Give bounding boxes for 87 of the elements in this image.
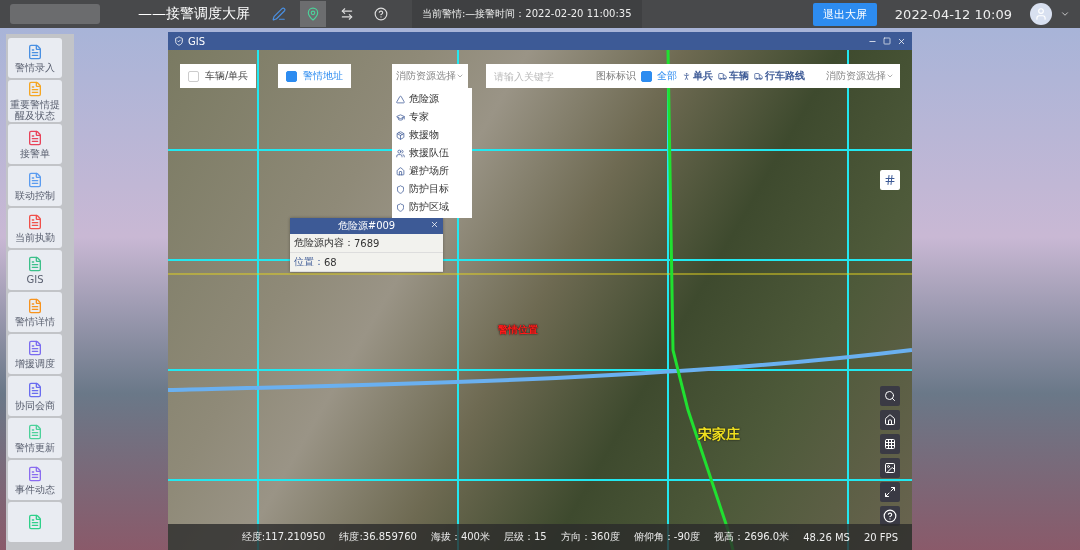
checkbox-label: 全部 (657, 69, 677, 83)
sidebar-item[interactable]: GIS (8, 250, 62, 290)
house-icon (396, 166, 405, 176)
image-icon (884, 462, 896, 474)
menu-item[interactable]: 避护场所 (392, 162, 472, 180)
layer-button[interactable] (880, 458, 900, 478)
status-text: 视高：2696.0米 (714, 530, 790, 544)
sidebar-item[interactable]: 增援调度 (8, 334, 62, 374)
app-title: ——接警调度大屏 (138, 5, 250, 23)
search-icon (884, 390, 896, 402)
legend-item: 车辆 (718, 69, 749, 83)
truck-icon (718, 71, 727, 81)
triangle-icon (396, 94, 405, 104)
avatar[interactable] (1030, 3, 1052, 25)
exit-fullscreen-button[interactable]: 退出大屏 (812, 2, 877, 26)
sidebar-item[interactable]: 重要警情提醒及状态 (8, 80, 62, 122)
person-icon (682, 71, 691, 81)
window-title: GIS (188, 35, 206, 47)
shield-icon (396, 184, 405, 194)
status-text: 海拔：400米 (430, 530, 490, 544)
map-label: 警情位置 (498, 323, 538, 337)
grid-icon (884, 174, 896, 186)
popup-value: 7689 (354, 237, 380, 249)
grid-button[interactable] (880, 434, 900, 454)
grid-button[interactable] (880, 170, 900, 190)
search-button[interactable] (880, 386, 900, 406)
filter-checkbox[interactable]: 警情地址 (278, 64, 351, 88)
fullscreen-button[interactable] (880, 482, 900, 502)
swap-icon (340, 7, 354, 21)
caret-icon (886, 72, 894, 80)
map-label: 宋家庄 (698, 426, 740, 444)
menu-item[interactable]: 防护目标 (392, 180, 472, 198)
shield-icon (174, 36, 184, 46)
sidebar-item[interactable]: 当前执勤 (8, 208, 62, 248)
checkbox[interactable] (641, 70, 652, 82)
help-button[interactable] (880, 506, 900, 526)
caret-icon (456, 72, 464, 80)
status-text: 纬度:36.859760 (339, 530, 417, 544)
sidebar-item[interactable]: 接警单 (8, 124, 62, 164)
fullscreen-icon (884, 486, 896, 498)
status-text: 20 FPS (863, 531, 898, 543)
popup-value: 68 (324, 256, 337, 268)
menu-item[interactable]: 救援队伍 (392, 144, 472, 162)
grid-icon (884, 438, 896, 450)
box-icon (396, 130, 405, 140)
status-text: 方向：360度 (560, 530, 620, 544)
sidebar-item[interactable]: 警情详情 (8, 292, 62, 332)
sidebar-item[interactable]: 警情录入 (8, 38, 62, 78)
resource-dropdown[interactable]: 消防资源选择 (392, 64, 468, 88)
close-icon[interactable] (897, 36, 906, 46)
sidebar-item[interactable]: 事件动态 (8, 460, 62, 500)
status-text: 俯仰角：-90度 (633, 530, 701, 544)
legend-title: 图标标识 (596, 69, 636, 83)
filter-checkbox[interactable]: 车辆/单兵 (180, 64, 257, 88)
home-button[interactable] (880, 410, 900, 430)
toolbar-button[interactable] (300, 1, 326, 27)
menu-item[interactable]: 防护区域 (392, 198, 472, 216)
user-icon (1034, 7, 1048, 21)
alarm-info: 当前警情:—接警时间：2022-02-20 11:00:35 (412, 0, 642, 28)
caret-icon[interactable] (1060, 9, 1070, 19)
maximize-icon[interactable] (883, 36, 891, 45)
menu-item[interactable]: 救援物 (392, 126, 472, 144)
pen-icon (272, 7, 286, 21)
shield-icon (396, 202, 405, 212)
help-icon (883, 509, 897, 523)
clock: 2022-04-12 10:09 (894, 6, 1012, 22)
status-text: 经度:117.210950 (241, 530, 326, 544)
menu-item[interactable]: 危险源 (392, 90, 472, 108)
popup-title: 危险源#009 (337, 219, 396, 233)
sidebar-item[interactable]: 协同会商 (8, 376, 62, 416)
sidebar-item[interactable]: 联动控制 (8, 166, 62, 206)
truck-icon (754, 71, 763, 81)
map-pin-icon (306, 7, 320, 21)
status-text: 48.26 MS (803, 531, 850, 543)
resource-dropdown[interactable]: 消防资源选择 (826, 69, 894, 83)
home-icon (884, 414, 896, 426)
sidebar-item[interactable]: 警情更新 (8, 418, 62, 458)
close-icon[interactable] (430, 220, 439, 229)
popup-label: 位置： (294, 255, 324, 269)
legend-item: 单兵 (682, 69, 713, 83)
status-text: 层级：15 (504, 530, 547, 544)
legend-item: 行车路线 (754, 69, 805, 83)
people-icon (396, 148, 405, 158)
cap-icon (396, 112, 405, 122)
popup-label: 危险源内容： (294, 236, 354, 250)
menu-item[interactable]: 专家 (392, 108, 472, 126)
help-icon (374, 7, 388, 21)
